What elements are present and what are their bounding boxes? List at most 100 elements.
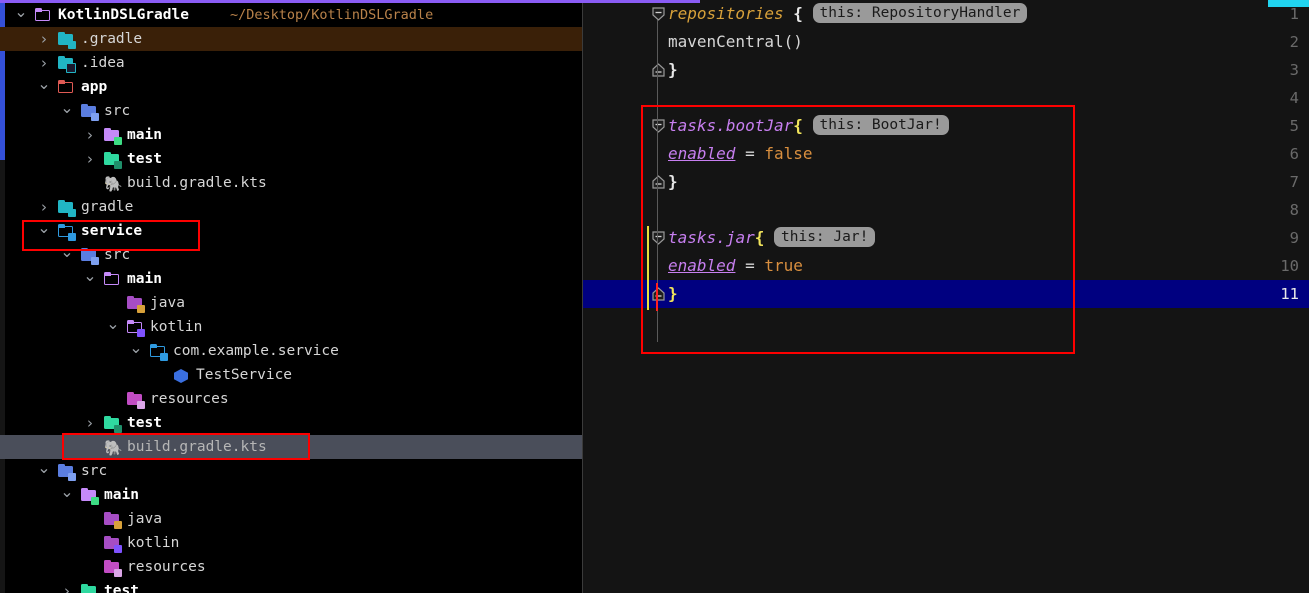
resources-folder-icon bbox=[104, 559, 122, 577]
tree-item-label: kotlin bbox=[127, 535, 180, 551]
fold-expanded-icon[interactable] bbox=[651, 7, 666, 22]
tree-item-icon bbox=[150, 343, 168, 361]
module-icon bbox=[58, 79, 75, 96]
code-line[interactable] bbox=[583, 168, 1309, 196]
tree-row-kotlindslgradle[interactable]: ⌄ KotlinDSLGradle ~/Desktop/KotlinDSLGradl… bbox=[0, 3, 583, 27]
line-number: 5 bbox=[1289, 117, 1299, 135]
inlay-hint[interactable]: this: Jar! bbox=[774, 227, 876, 247]
fold-collapse-end-icon[interactable] bbox=[651, 63, 666, 78]
code-token: . bbox=[716, 228, 726, 247]
tree-row--idea[interactable]: › .idea bbox=[0, 51, 583, 75]
code-token: { bbox=[793, 4, 803, 23]
tree-row-kotlin[interactable]: ⌄ kotlin bbox=[0, 315, 583, 339]
tree-row-src[interactable]: ⌄ src bbox=[0, 99, 583, 123]
code-token: tasks bbox=[668, 228, 717, 247]
tree-row-java[interactable]: java bbox=[0, 507, 583, 531]
code-line[interactable] bbox=[583, 280, 1309, 308]
code-line[interactable] bbox=[583, 84, 1309, 112]
tree-item-icon bbox=[81, 487, 99, 505]
code-text[interactable]: tasks.bootJar{ this: BootJar! bbox=[668, 112, 949, 140]
tree-row--gradle[interactable]: › .gradle bbox=[0, 27, 583, 51]
editor-pane[interactable]: 1 repositories { this: RepositoryHandler 2… bbox=[583, 0, 1309, 593]
line-number: 9 bbox=[1289, 229, 1299, 247]
tree-row-build-gradle-kts[interactable]: 🐘 build.gradle.kts bbox=[0, 435, 583, 459]
fold-expanded-icon[interactable] bbox=[651, 119, 666, 134]
fold-expanded-icon[interactable] bbox=[651, 231, 666, 246]
fold-collapse-end-icon[interactable] bbox=[651, 287, 666, 302]
code-text[interactable]: enabled = true bbox=[668, 252, 803, 280]
code-token: = bbox=[735, 256, 765, 275]
test-folder-icon bbox=[81, 583, 98, 593]
chevron-right-icon[interactable]: › bbox=[83, 123, 97, 147]
fold-collapse-end-icon[interactable] bbox=[651, 175, 666, 190]
code-text[interactable]: mavenCentral() bbox=[668, 28, 803, 56]
project-path-label: ~/Desktop/KotlinDSLGradle bbox=[230, 7, 434, 23]
chevron-down-icon[interactable]: ⌄ bbox=[83, 267, 97, 291]
gradle-folder-icon bbox=[58, 199, 76, 217]
code-token: repositories bbox=[668, 4, 784, 23]
tree-item-label: TestService bbox=[196, 367, 293, 383]
chevron-right-icon[interactable]: › bbox=[83, 411, 97, 435]
tree-row-resources[interactable]: resources bbox=[0, 387, 583, 411]
tree-row-gradle[interactable]: › gradle bbox=[0, 195, 583, 219]
chevron-right-icon[interactable]: › bbox=[83, 147, 97, 171]
tree-row-build-gradle-kts[interactable]: 🐘 build.gradle.kts bbox=[0, 171, 583, 195]
chevron-right-icon[interactable]: › bbox=[37, 27, 51, 51]
kotlin-module-icon bbox=[58, 223, 76, 241]
chevron-down-icon[interactable]: ⌄ bbox=[14, 3, 28, 27]
chevron-down-icon[interactable]: ⌄ bbox=[37, 75, 51, 99]
tree-row-src[interactable]: ⌄ src bbox=[0, 243, 583, 267]
tree-item-icon bbox=[104, 151, 122, 169]
chevron-down-icon[interactable]: ⌄ bbox=[106, 315, 120, 339]
tree-item-label: build.gradle.kts bbox=[127, 439, 267, 455]
tree-row-main[interactable]: › main bbox=[0, 123, 583, 147]
tree-row-test[interactable]: › test bbox=[0, 411, 583, 435]
tree-row-main[interactable]: ⌄ main bbox=[0, 483, 583, 507]
chevron-down-icon[interactable]: ⌄ bbox=[37, 219, 51, 243]
chevron-down-icon[interactable]: ⌄ bbox=[60, 243, 74, 267]
tree-item-label: src bbox=[81, 463, 108, 479]
tree-item-label: com.example.service bbox=[173, 343, 339, 359]
caret-line-marker bbox=[656, 283, 658, 311]
tree-row-java[interactable]: java bbox=[0, 291, 583, 315]
tree-row-testservice[interactable]: TestService bbox=[0, 363, 583, 387]
tree-row-kotlin[interactable]: kotlin bbox=[0, 531, 583, 555]
tree-row-service[interactable]: ⌄ service bbox=[0, 219, 583, 243]
inlay-hint[interactable]: this: RepositoryHandler bbox=[812, 3, 1028, 23]
tree-row-test[interactable]: › test bbox=[0, 147, 583, 171]
code-line[interactable] bbox=[583, 196, 1309, 224]
tree-row-test[interactable]: › test bbox=[0, 579, 583, 593]
tree-item-icon bbox=[58, 31, 76, 49]
kotlin-folder-outline-icon bbox=[127, 319, 145, 337]
chevron-down-icon[interactable]: ⌄ bbox=[60, 483, 74, 507]
project-tool-window[interactable]: ⌄ KotlinDSLGradle ~/Desktop/KotlinDSLGradl… bbox=[0, 3, 583, 593]
tree-row-src[interactable]: ⌄ src bbox=[0, 459, 583, 483]
chevron-down-icon[interactable]: ⌄ bbox=[129, 339, 143, 363]
chevron-down-icon[interactable]: ⌄ bbox=[37, 459, 51, 483]
chevron-down-icon[interactable]: ⌄ bbox=[60, 99, 74, 123]
tree-item-label: test bbox=[127, 151, 162, 167]
tree-item-icon bbox=[81, 583, 98, 593]
code-text[interactable]: enabled = false bbox=[668, 140, 813, 168]
tree-row-com-example-service[interactable]: ⌄ com.example.service bbox=[0, 339, 583, 363]
code-text[interactable]: repositories { this: RepositoryHandler bbox=[668, 0, 1028, 28]
tree-row-main[interactable]: ⌄ main bbox=[0, 267, 583, 291]
chevron-right-icon[interactable]: › bbox=[37, 51, 51, 75]
code-line[interactable] bbox=[583, 56, 1309, 84]
code-token: } bbox=[668, 172, 678, 191]
chevron-right-icon[interactable]: › bbox=[37, 195, 51, 219]
code-text[interactable]: } bbox=[668, 56, 678, 84]
tree-row-resources[interactable]: resources bbox=[0, 555, 583, 579]
tree-row-app[interactable]: ⌄ app bbox=[0, 75, 583, 99]
code-text[interactable]: } bbox=[668, 168, 678, 196]
inlay-hint[interactable]: this: BootJar! bbox=[812, 115, 949, 135]
tree-item-label: main bbox=[104, 487, 139, 503]
line-number: 2 bbox=[1289, 33, 1299, 51]
code-token: = bbox=[735, 144, 765, 163]
vcs-change-marker[interactable] bbox=[647, 226, 649, 310]
code-text[interactable]: tasks.jar{ this: Jar! bbox=[668, 224, 876, 252]
chevron-right-icon[interactable]: › bbox=[60, 579, 74, 593]
code-text[interactable]: } bbox=[668, 280, 678, 308]
